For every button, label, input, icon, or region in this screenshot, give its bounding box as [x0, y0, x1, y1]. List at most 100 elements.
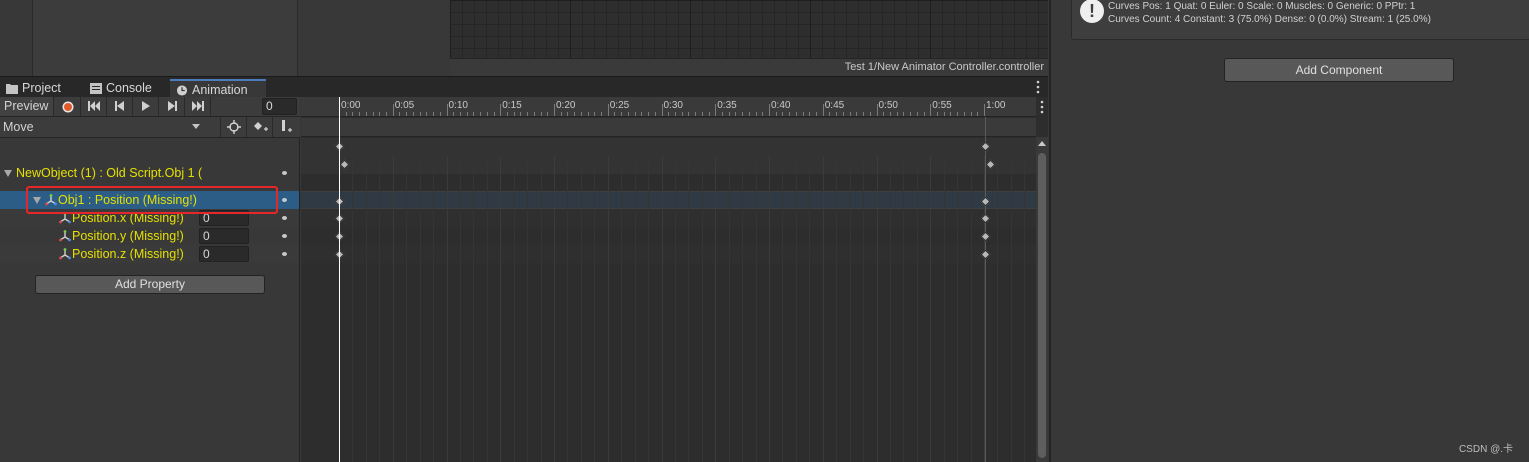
filter-icon [227, 120, 241, 134]
prev-key-button[interactable] [107, 97, 133, 116]
preview-toggle[interactable]: Preview [0, 97, 54, 116]
ruler-minor-tick [399, 112, 401, 116]
ruler-minor-tick [352, 112, 354, 116]
grid-line [527, 156, 529, 462]
tab-animation-label: Animation [192, 83, 248, 97]
ruler-minor-tick [567, 112, 569, 116]
kebab-menu-icon[interactable] [1036, 80, 1040, 94]
ruler-minor-tick [869, 112, 871, 116]
grid-line [594, 156, 596, 462]
grid-line [930, 156, 932, 462]
ruler-minor-tick [970, 112, 972, 116]
play-button[interactable] [133, 97, 159, 116]
clip-toolbar: Move [0, 117, 300, 138]
event-row[interactable] [301, 118, 1036, 137]
row-options-dot[interactable] [282, 198, 287, 202]
filter-button[interactable] [220, 117, 246, 137]
row-options-dot[interactable] [282, 234, 287, 238]
property-position-z[interactable]: Position.z (Missing!) 0 [0, 245, 299, 263]
project-folder-panel [32, 0, 298, 76]
scroll-up-arrow-icon[interactable] [1038, 141, 1046, 146]
timeline-ruler[interactable]: 0:00 0:05 0:10 0:15 0:20 0:25 0:30 0:35 0:40 0:45… [301, 97, 1036, 117]
add-component-button[interactable]: Add Component [1224, 58, 1454, 82]
ruler-major-tick [392, 104, 394, 116]
ruler-minor-tick [386, 112, 388, 116]
ruler-label: 0:10 [448, 100, 468, 111]
ruler-minor-tick [795, 112, 797, 116]
first-key-button[interactable] [81, 97, 107, 116]
ruler-minor-tick [856, 112, 858, 116]
fold-down-icon[interactable] [4, 170, 12, 177]
tab-console[interactable]: Console [84, 79, 168, 98]
grid-line [889, 156, 891, 462]
ruler-major-tick [822, 104, 824, 116]
exclamation-icon: ! [1080, 0, 1104, 23]
clip-dropdown[interactable]: Move [0, 118, 206, 137]
ruler-minor-tick [842, 112, 844, 116]
ruler-minor-tick [923, 112, 925, 116]
playhead[interactable] [339, 97, 340, 462]
summary-row[interactable] [301, 138, 1036, 156]
tab-project[interactable]: Project [0, 79, 80, 98]
grid-line [997, 156, 999, 462]
ruler-minor-tick [755, 112, 757, 116]
play-icon [142, 101, 150, 111]
frame-input[interactable]: 0 [262, 98, 297, 115]
chevron-down-icon [192, 124, 200, 129]
ruler-minor-tick [580, 112, 582, 116]
record-button[interactable] [55, 97, 81, 116]
ruler-minor-tick [574, 112, 576, 116]
row-options-dot[interactable] [282, 252, 287, 256]
ruler-minor-tick [668, 112, 670, 116]
add-keyframe-button[interactable] [246, 117, 272, 137]
ruler-minor-tick [634, 112, 636, 116]
property-group-newobject[interactable]: NewObject (1) : Old Script.Obj 1 ( [0, 164, 299, 182]
ruler-minor-tick [775, 112, 777, 116]
ruler-minor-tick [406, 112, 408, 116]
project-assets-panel [299, 0, 449, 76]
ruler-minor-tick [681, 112, 683, 116]
ruler-minor-tick [883, 112, 885, 116]
ruler-minor-tick [943, 112, 945, 116]
add-property-button[interactable]: Add Property [35, 275, 265, 294]
first-key-icon [88, 101, 100, 111]
ruler-minor-tick [889, 112, 891, 116]
row-options-dot[interactable] [282, 171, 287, 175]
animator-graph-grid[interactable] [450, 0, 1048, 58]
ruler-minor-tick [762, 112, 764, 116]
ruler-minor-tick [849, 112, 851, 116]
animation-property-list: NewObject (1) : Old Script.Obj 1 ( Obj1 … [0, 138, 300, 462]
ruler-minor-tick [439, 112, 441, 116]
grid-line [580, 156, 582, 462]
dopesheet-area[interactable] [301, 156, 1036, 462]
vertical-scrollbar[interactable] [1036, 137, 1048, 462]
last-key-button[interactable] [185, 97, 211, 116]
ruler-minor-tick [674, 112, 676, 116]
add-event-button[interactable] [272, 117, 298, 137]
position-z-field[interactable]: 0 [199, 246, 249, 262]
ruler-major-tick [554, 104, 555, 116]
property-position-y[interactable]: Position.y (Missing!) 0 [0, 227, 299, 245]
tab-animation[interactable]: Animation [170, 79, 266, 98]
ruler-minor-tick [594, 112, 596, 116]
inspector-panel: ! Curves Pos: 1 Quat: 0 Euler: 0 Scale: … [1049, 0, 1529, 462]
grid-line [957, 156, 959, 462]
scrollbar-thumb[interactable] [1038, 153, 1046, 458]
grid-line [849, 156, 851, 462]
animator-controller-path: Test 1/New Animator Controller.controlle… [450, 58, 1048, 76]
next-key-button[interactable] [159, 97, 185, 116]
ruler-minor-tick [459, 112, 461, 116]
kebab-menu-icon[interactable] [1040, 100, 1044, 114]
grid-line [540, 156, 542, 462]
ruler-minor-tick [963, 112, 965, 116]
dopesheet-timeline[interactable]: 0:00 0:05 0:10 0:15 0:20 0:25 0:30 0:35 0:40 0:45… [301, 97, 1048, 462]
row-options-dot[interactable] [282, 216, 287, 220]
transform-icon [59, 248, 71, 260]
ruler-minor-tick [379, 112, 381, 116]
grid-line [648, 156, 650, 462]
position-y-field[interactable]: 0 [199, 228, 249, 244]
grid-line [809, 156, 811, 462]
ruler-label: 0:55 [932, 100, 952, 111]
tab-project-label: Project [22, 81, 61, 95]
dopesheet-row [301, 227, 1036, 245]
